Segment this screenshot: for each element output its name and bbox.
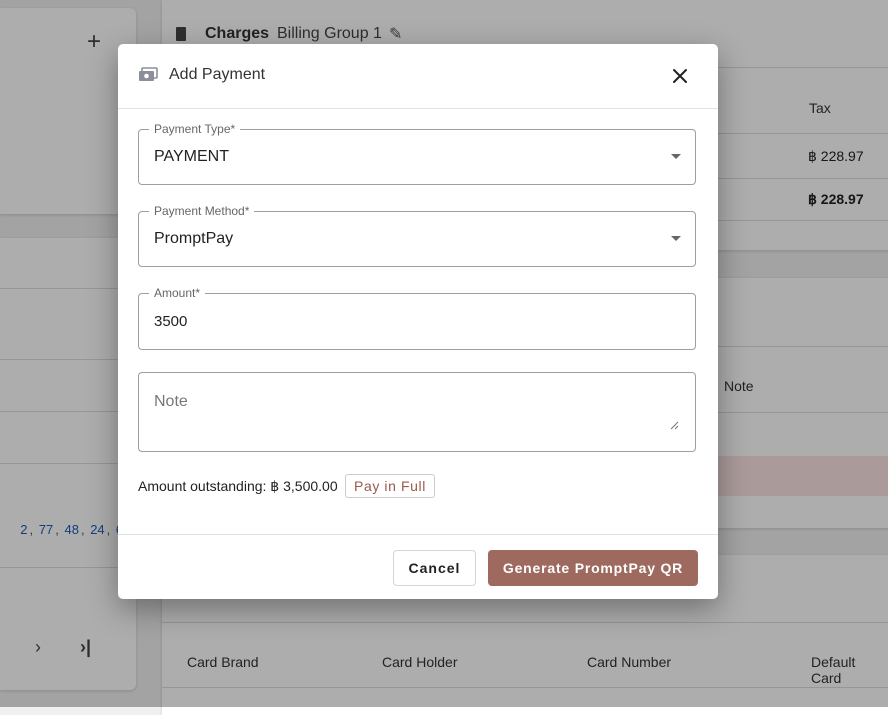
payment-method-label: Payment Method* [149, 204, 255, 218]
amount-field[interactable]: Amount* 3500 [138, 286, 696, 350]
payment-type-label: Payment Type* [149, 122, 241, 136]
pay-in-full-button[interactable]: Pay in Full [345, 474, 435, 498]
dropdown-arrow-icon[interactable] [671, 236, 681, 241]
close-icon[interactable] [670, 66, 690, 91]
payments-icon [138, 67, 158, 88]
amount-value: 3500 [154, 313, 188, 330]
note-placeholder: Note [154, 393, 188, 410]
add-payment-dialog: Add Payment Payment Type* PAYMENT Paymen… [118, 44, 718, 599]
dialog-footer: Cancel Generate PromptPay QR [118, 534, 718, 600]
amount-outstanding: Amount outstanding: ฿ 3,500.00 [138, 478, 338, 494]
cancel-button[interactable]: Cancel [393, 550, 476, 586]
resize-handle-icon[interactable] [670, 417, 679, 435]
dropdown-arrow-icon[interactable] [671, 154, 681, 159]
dialog-header: Add Payment [118, 44, 718, 109]
payment-type-value: PAYMENT [154, 148, 229, 165]
generate-promptpay-qr-button[interactable]: Generate PromptPay QR [488, 550, 698, 586]
note-textarea[interactable]: Note [138, 372, 696, 452]
amount-label: Amount* [149, 286, 206, 300]
payment-method-value: PromptPay [154, 230, 234, 247]
payment-method-select[interactable]: Payment Method* PromptPay [138, 204, 696, 267]
dialog-title: Add Payment [169, 66, 266, 83]
payment-type-select[interactable]: Payment Type* PAYMENT [138, 122, 696, 185]
